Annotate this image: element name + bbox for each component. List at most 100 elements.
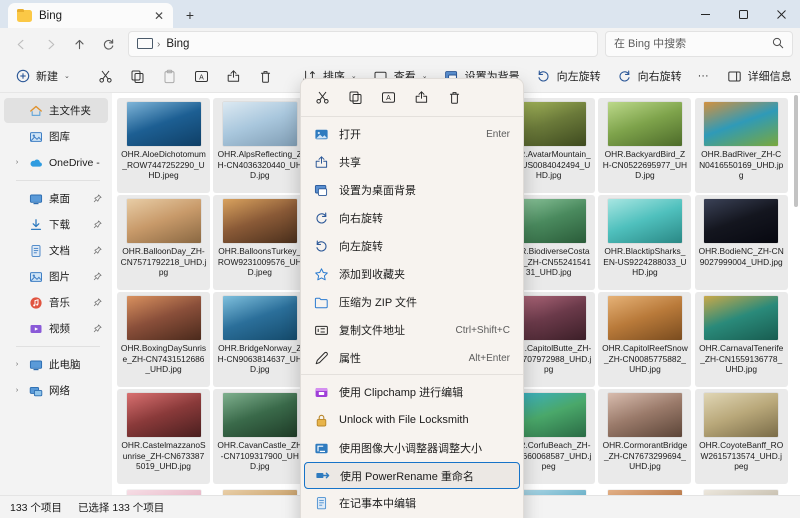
- item-count-label: 133 个项目: [10, 500, 62, 515]
- file-item[interactable]: OHR.BalloonDay_ZH-CN7571792218_UHD.jpg: [117, 195, 210, 290]
- context-menu-item[interactable]: 设置为桌面背景: [304, 176, 520, 204]
- cut-icon[interactable]: [311, 86, 333, 108]
- breadcrumb[interactable]: › Bing: [128, 31, 598, 57]
- rename-button[interactable]: A: [187, 63, 217, 89]
- pin-icon-music[interactable]: [93, 298, 102, 307]
- file-item[interactable]: OHR.CapitolReefSnow_ZH-CN0085775882_UHD.…: [598, 292, 691, 387]
- search-input[interactable]: [614, 38, 772, 50]
- maximize-button[interactable]: [724, 0, 762, 28]
- plus-circle-icon: [15, 68, 31, 84]
- share-icon[interactable]: [410, 86, 432, 108]
- file-name: OHR.AloeDichotomum_ROW7447252290_UHD.jpe…: [121, 149, 207, 181]
- delete-icon[interactable]: [443, 86, 465, 108]
- sidebar-item-pictures[interactable]: › 图片: [4, 264, 108, 289]
- share-button[interactable]: [219, 63, 249, 89]
- file-thumbnail: [704, 102, 778, 146]
- pin-icon-videos[interactable]: [93, 324, 102, 333]
- file-item[interactable]: OHR.CastelmazzanoSunrise_ZH-CN6733875019…: [117, 389, 210, 484]
- context-menu-item[interactable]: 压缩为 ZIP 文件: [304, 288, 520, 316]
- scrollbar-thumb[interactable]: [794, 95, 798, 207]
- new-button[interactable]: 新建 ⌄: [8, 63, 77, 89]
- context-menu-item[interactable]: 向左旋转: [304, 232, 520, 260]
- refresh-button[interactable]: [94, 31, 122, 57]
- file-name: OHR.CarnavalTenerife_ZH-CN1559136778_UHD…: [698, 343, 784, 375]
- more-options-button[interactable]: ···: [691, 63, 716, 89]
- sidebar-item-network[interactable]: › 网络: [4, 378, 108, 403]
- notepad-icon: [313, 495, 330, 512]
- file-item[interactable]: OHR.CoyoteBanff_ROW2615713574_UHD.jpeg: [695, 389, 788, 484]
- file-item[interactable]: [695, 486, 788, 495]
- file-item[interactable]: [117, 486, 210, 495]
- file-item[interactable]: OHR.BodieNC_ZH-CN9027999004_UHD.jpg: [695, 195, 788, 290]
- vertical-scrollbar[interactable]: [793, 95, 799, 495]
- rotate-left-icon: [536, 68, 552, 84]
- file-thumbnail: [127, 296, 201, 340]
- sidebar-item-downloads[interactable]: › 下载: [4, 212, 108, 237]
- file-item[interactable]: [213, 486, 306, 495]
- cut-button[interactable]: [91, 63, 121, 89]
- context-menu-item[interactable]: 打开Enter: [304, 120, 520, 148]
- search-box[interactable]: [605, 31, 793, 57]
- context-menu-item[interactable]: 属性Alt+Enter: [304, 344, 520, 372]
- context-menu-item-label: 向右旋转: [339, 210, 510, 226]
- context-menu-item[interactable]: 共享: [304, 148, 520, 176]
- sidebar-divider-2: [16, 346, 100, 347]
- copy-icon[interactable]: [344, 86, 366, 108]
- file-item[interactable]: [598, 486, 691, 495]
- pin-icon-documents[interactable]: [93, 246, 102, 255]
- sidebar-item-this-pc[interactable]: › 此电脑: [4, 352, 108, 377]
- file-item[interactable]: OHR.BlacktipSharks_EN-US9224288033_UHD.j…: [598, 195, 691, 290]
- file-name: OHR.BodieNC_ZH-CN9027999004_UHD.jpg: [698, 246, 784, 267]
- sidebar-item-gallery[interactable]: › 图库: [4, 124, 108, 149]
- sidebar-label-downloads: 下载: [49, 217, 87, 232]
- details-pane-button[interactable]: 详细信息: [720, 63, 799, 89]
- pictures-icon: [28, 269, 43, 284]
- new-tab-button[interactable]: +: [179, 4, 201, 26]
- sidebar-item-music[interactable]: › 音乐: [4, 290, 108, 315]
- chevron-right-icon-network: ›: [12, 387, 22, 394]
- forward-button[interactable]: [36, 31, 64, 57]
- sidebar-item-videos[interactable]: › 视频: [4, 316, 108, 341]
- file-item[interactable]: OHR.AlpsReflecting_ZH-CN4036320440_UHD.j…: [213, 98, 306, 193]
- back-button[interactable]: [7, 31, 35, 57]
- sidebar-item-documents[interactable]: › 文档: [4, 238, 108, 263]
- pin-icon-downloads[interactable]: [93, 220, 102, 229]
- context-menu-item[interactable]: Unlock with File Locksmith: [304, 406, 520, 434]
- rotate-left-button[interactable]: 向左旋转: [529, 63, 608, 89]
- more-options-label: ···: [698, 70, 709, 82]
- sidebar-item-onedrive[interactable]: › OneDrive - Perso: [4, 150, 108, 175]
- file-item[interactable]: OHR.BackyardBird_ZH-CN0522695977_UHD.jpg: [598, 98, 691, 193]
- search-icon: [772, 37, 784, 52]
- minimize-button[interactable]: [686, 0, 724, 28]
- close-button[interactable]: [762, 0, 800, 28]
- file-item[interactable]: OHR.BridgeNorway_ZH-CN9063814637_UHD.jpg: [213, 292, 306, 387]
- close-tab-icon[interactable]: ✕: [151, 8, 167, 24]
- file-item[interactable]: OHR.CormorantBridge_ZH-CN7673299694_UHD.…: [598, 389, 691, 484]
- up-button[interactable]: [65, 31, 93, 57]
- file-item[interactable]: OHR.CarnavalTenerife_ZH-CN1559136778_UHD…: [695, 292, 788, 387]
- delete-button[interactable]: [251, 63, 281, 89]
- context-menu-item[interactable]: 复制文件地址Ctrl+Shift+C: [304, 316, 520, 344]
- file-item[interactable]: OHR.BalloonsTurkey_ROW9231009576_UHD.jpe…: [213, 195, 306, 290]
- context-menu-item[interactable]: 使用图像大小调整器调整大小: [304, 434, 520, 462]
- file-thumbnail: [608, 199, 682, 243]
- pin-icon-desktop[interactable]: [93, 194, 102, 203]
- context-menu-item[interactable]: 使用 Clipchamp 进行编辑: [304, 378, 520, 406]
- file-item[interactable]: OHR.BadRiver_ZH-CN0416550169_UHD.jpg: [695, 98, 788, 193]
- file-item[interactable]: OHR.BoxingDaySunrise_ZH-CN7431512686_UHD…: [117, 292, 210, 387]
- paste-button[interactable]: [155, 63, 185, 89]
- pin-icon-pictures[interactable]: [93, 272, 102, 281]
- context-menu-item[interactable]: 向右旋转: [304, 204, 520, 232]
- copy-button[interactable]: [123, 63, 153, 89]
- rotate-right-button[interactable]: 向右旋转: [610, 63, 689, 89]
- context-menu-item[interactable]: 添加到收藏夹: [304, 260, 520, 288]
- file-item[interactable]: OHR.AloeDichotomum_ROW7447252290_UHD.jpe…: [117, 98, 210, 193]
- sidebar-item-desktop[interactable]: › 桌面: [4, 186, 108, 211]
- sidebar-item-home[interactable]: › 主文件夹: [4, 98, 108, 123]
- file-item[interactable]: OHR.CavanCastle_ZH-CN7109317900_UHD.jpg: [213, 389, 306, 484]
- tab-bing[interactable]: Bing ✕: [8, 3, 173, 28]
- context-menu-item[interactable]: 在记事本中编辑: [304, 489, 520, 517]
- context-menu-item[interactable]: 使用 PowerRename 重命名: [304, 462, 520, 489]
- rename-icon[interactable]: A: [377, 86, 399, 108]
- context-menu-item-shortcut: Enter: [486, 129, 510, 140]
